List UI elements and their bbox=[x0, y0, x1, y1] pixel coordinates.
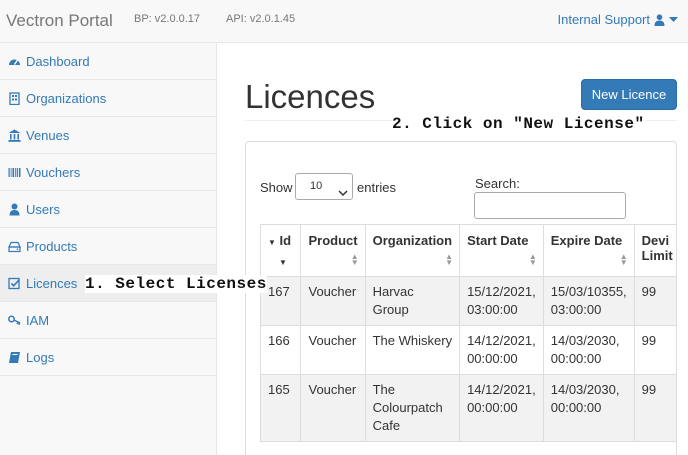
column-header-id[interactable]: ▼ Id ▼ bbox=[259, 224, 302, 277]
building-icon bbox=[8, 91, 21, 105]
page-length-select[interactable]: 10 bbox=[295, 173, 353, 200]
sort-icon: ▲ ▼ bbox=[350, 252, 359, 267]
cell-expire-date: 14/03/2030, 00:00:00 bbox=[542, 374, 635, 442]
cell-id: 165 bbox=[259, 374, 302, 442]
table-header-row: ▼ Id ▼ Product ▲ ▼ Organization ▲ ▼ Start … bbox=[259, 224, 676, 277]
page-length-value: 10 bbox=[310, 180, 323, 192]
user-icon bbox=[8, 203, 21, 216]
user-menu-label: Internal Support bbox=[557, 12, 650, 27]
sidebar-item-label: Venues bbox=[26, 127, 70, 143]
cell-device-limit: 99 bbox=[633, 276, 676, 326]
key-icon bbox=[8, 314, 21, 327]
top-navbar: Vectron Portal BP: v2.0.0.17 API: v2.0.1… bbox=[0, 0, 688, 43]
check-square-icon bbox=[8, 277, 21, 290]
sidebar-item-iam[interactable]: IAM bbox=[0, 302, 216, 339]
sort-icon: ▲ ▼ bbox=[528, 252, 537, 267]
cell-device-limit: 99 bbox=[633, 374, 676, 442]
bp-version: BP: v2.0.0.17 bbox=[134, 13, 201, 25]
cell-start-date: 15/12/2021, 03:00:00 bbox=[459, 276, 544, 326]
user-icon bbox=[654, 13, 665, 26]
column-header-product[interactable]: Product ▲ ▼ bbox=[300, 224, 366, 277]
cell-product: Voucher bbox=[300, 325, 366, 375]
licences-panel: Show 10 entries Search: ▼ Id ▼ Product ▲… bbox=[245, 141, 677, 455]
hdd-icon bbox=[8, 240, 21, 253]
sort-icon: ▲ ▼ bbox=[445, 252, 454, 267]
dashboard-icon bbox=[8, 55, 21, 68]
cell-product: Voucher bbox=[300, 276, 366, 326]
book-icon bbox=[8, 351, 21, 364]
table-row[interactable]: 165 Voucher The Colourpatch Cafe 14/12/2… bbox=[259, 374, 676, 442]
cell-start-date: 14/12/2021, 00:00:00 bbox=[459, 374, 544, 442]
entries-label: entries bbox=[357, 180, 397, 195]
page-title: Licences bbox=[245, 78, 376, 115]
annotation-step-2: 2. Click on "New License" bbox=[392, 115, 645, 133]
column-header-device-limit[interactable]: Devi Limit bbox=[633, 224, 676, 277]
brand-title[interactable]: Vectron Portal bbox=[6, 11, 113, 31]
sidebar-item-venues[interactable]: Venues bbox=[0, 117, 216, 154]
search-label: Search: bbox=[475, 176, 520, 191]
cell-organization: The Whiskery bbox=[364, 325, 461, 375]
barcode-icon bbox=[8, 166, 21, 179]
cell-product: Voucher bbox=[300, 374, 366, 442]
cell-organization: Harvac Group bbox=[364, 276, 461, 326]
sort-icon: ▲ ▼ bbox=[619, 252, 628, 267]
cell-start-date: 14/12/2021, 00:00:00 bbox=[459, 325, 544, 375]
column-header-expire-date[interactable]: Expire Date ▲ ▼ bbox=[542, 224, 635, 277]
sidebar-item-label: Users bbox=[26, 201, 60, 217]
sidebar-item-label: Organizations bbox=[26, 90, 107, 106]
column-header-start-date[interactable]: Start Date ▲ ▼ bbox=[459, 224, 544, 277]
annotation-step-1: 1. Select Licenses bbox=[85, 275, 267, 293]
sidebar-item-organizations[interactable]: Organizations bbox=[0, 80, 216, 117]
cell-organization: The Colourpatch Cafe bbox=[364, 374, 461, 442]
sidebar-item-label: Products bbox=[26, 238, 78, 254]
cell-expire-date: 15/03/10355, 03:00:00 bbox=[542, 276, 635, 326]
licences-table: ▼ Id ▼ Product ▲ ▼ Organization ▲ ▼ Start … bbox=[259, 224, 676, 442]
sidebar-item-products[interactable]: Products bbox=[0, 228, 216, 265]
sidebar-item-label: Licences bbox=[26, 275, 78, 291]
sidebar-item-label: Vouchers bbox=[26, 164, 81, 180]
user-menu[interactable]: Internal Support bbox=[557, 12, 678, 27]
cell-id: 166 bbox=[259, 325, 302, 375]
chevron-down-icon bbox=[338, 182, 348, 207]
cell-expire-date: 14/03/2030, 00:00:00 bbox=[542, 325, 635, 375]
sidebar: Dashboard Organizations Venues Vouchers … bbox=[0, 43, 217, 455]
sidebar-item-logs[interactable]: Logs bbox=[0, 339, 216, 376]
new-licence-button[interactable]: New Licence bbox=[581, 79, 677, 110]
sidebar-item-users[interactable]: Users bbox=[0, 191, 216, 228]
table-row[interactable]: 166 Voucher The Whiskery 14/12/2021, 00:… bbox=[259, 325, 676, 375]
sort-asc-indicator: ▼ bbox=[268, 238, 276, 247]
sidebar-item-label: IAM bbox=[26, 312, 50, 328]
show-label: Show bbox=[260, 180, 293, 195]
caret-down-icon bbox=[669, 16, 678, 23]
cell-device-limit: 99 bbox=[633, 325, 676, 375]
api-version: API: v2.0.1.45 bbox=[226, 13, 296, 25]
sort-desc-icon: ▼ bbox=[279, 258, 287, 267]
sidebar-item-vouchers[interactable]: Vouchers bbox=[0, 154, 216, 191]
sidebar-item-label: Logs bbox=[26, 349, 55, 365]
sidebar-item-dashboard[interactable]: Dashboard bbox=[0, 43, 216, 80]
table-row[interactable]: 167 Voucher Harvac Group 15/12/2021, 03:… bbox=[259, 276, 676, 326]
sidebar-item-label: Dashboard bbox=[26, 53, 90, 69]
column-header-organization[interactable]: Organization ▲ ▼ bbox=[364, 224, 461, 277]
search-input[interactable] bbox=[474, 192, 626, 219]
bank-icon bbox=[8, 129, 21, 142]
